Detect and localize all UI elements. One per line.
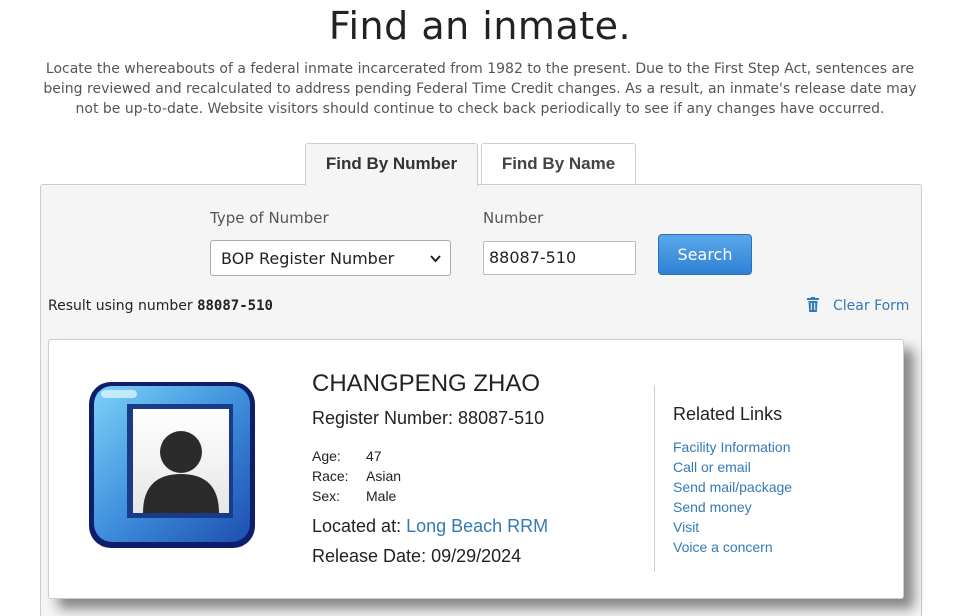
race-label: Race: [312,468,349,484]
chevron-down-icon [430,252,441,266]
age-value: 47 [366,448,382,464]
number-input[interactable]: 88087-510 [483,241,636,275]
located-label: Located at: [312,516,402,536]
link-facility-information[interactable]: Facility Information [673,437,792,457]
related-links-list: Facility Information Call or email Send … [673,437,792,557]
register-number: Register Number: 88087-510 [312,408,545,428]
search-button[interactable]: Search [658,234,752,275]
person-placeholder-icon [85,376,260,554]
divider [654,386,655,572]
clear-form-button[interactable]: Clear Form [807,297,909,314]
page-title: Find an inmate. [328,4,632,48]
link-call-or-email[interactable]: Call or email [673,457,792,477]
link-send-mail-package[interactable]: Send mail/package [673,477,792,497]
race-row: Race: Asian [312,468,401,484]
clear-form-label: Clear Form [833,298,910,314]
release-date: Release Date: 09/29/2024 [312,546,522,566]
link-voice-a-concern[interactable]: Voice a concern [673,537,792,557]
sex-row: Sex: Male [312,488,396,504]
tab-find-by-name[interactable]: Find By Name [481,143,636,185]
sex-label: Sex: [312,488,341,504]
intro-text: Locate the whereabouts of a federal inma… [43,61,917,117]
inmate-result-card: CHANGPENG ZHAO Register Number: 88087-51… [48,339,904,599]
result-summary: Result using number 88087-510 [48,298,273,314]
search-panel: Type of Number BOP Register Number Numbe… [40,184,922,616]
result-number: 88087-510 [197,298,273,314]
link-visit[interactable]: Visit [673,517,792,537]
tab-find-by-number[interactable]: Find By Number [305,143,478,186]
sex-value: Male [366,488,397,504]
type-of-number-value: BOP Register Number [221,249,395,268]
age-row: Age: 47 [312,448,382,464]
result-prefix: Result using number [48,298,193,314]
facility-link[interactable]: Long Beach RRM [406,516,548,536]
type-of-number-select[interactable]: BOP Register Number [210,240,451,276]
location-row: Located at: Long Beach RRM [312,516,548,537]
race-value: Asian [366,468,402,484]
inmate-name: CHANGPENG ZHAO [312,370,541,397]
age-label: Age: [312,448,341,464]
related-links-title: Related Links [673,404,783,424]
number-label: Number [483,209,544,227]
trash-icon [807,297,819,312]
type-of-number-label: Type of Number [210,209,329,227]
link-send-money[interactable]: Send money [673,497,792,517]
